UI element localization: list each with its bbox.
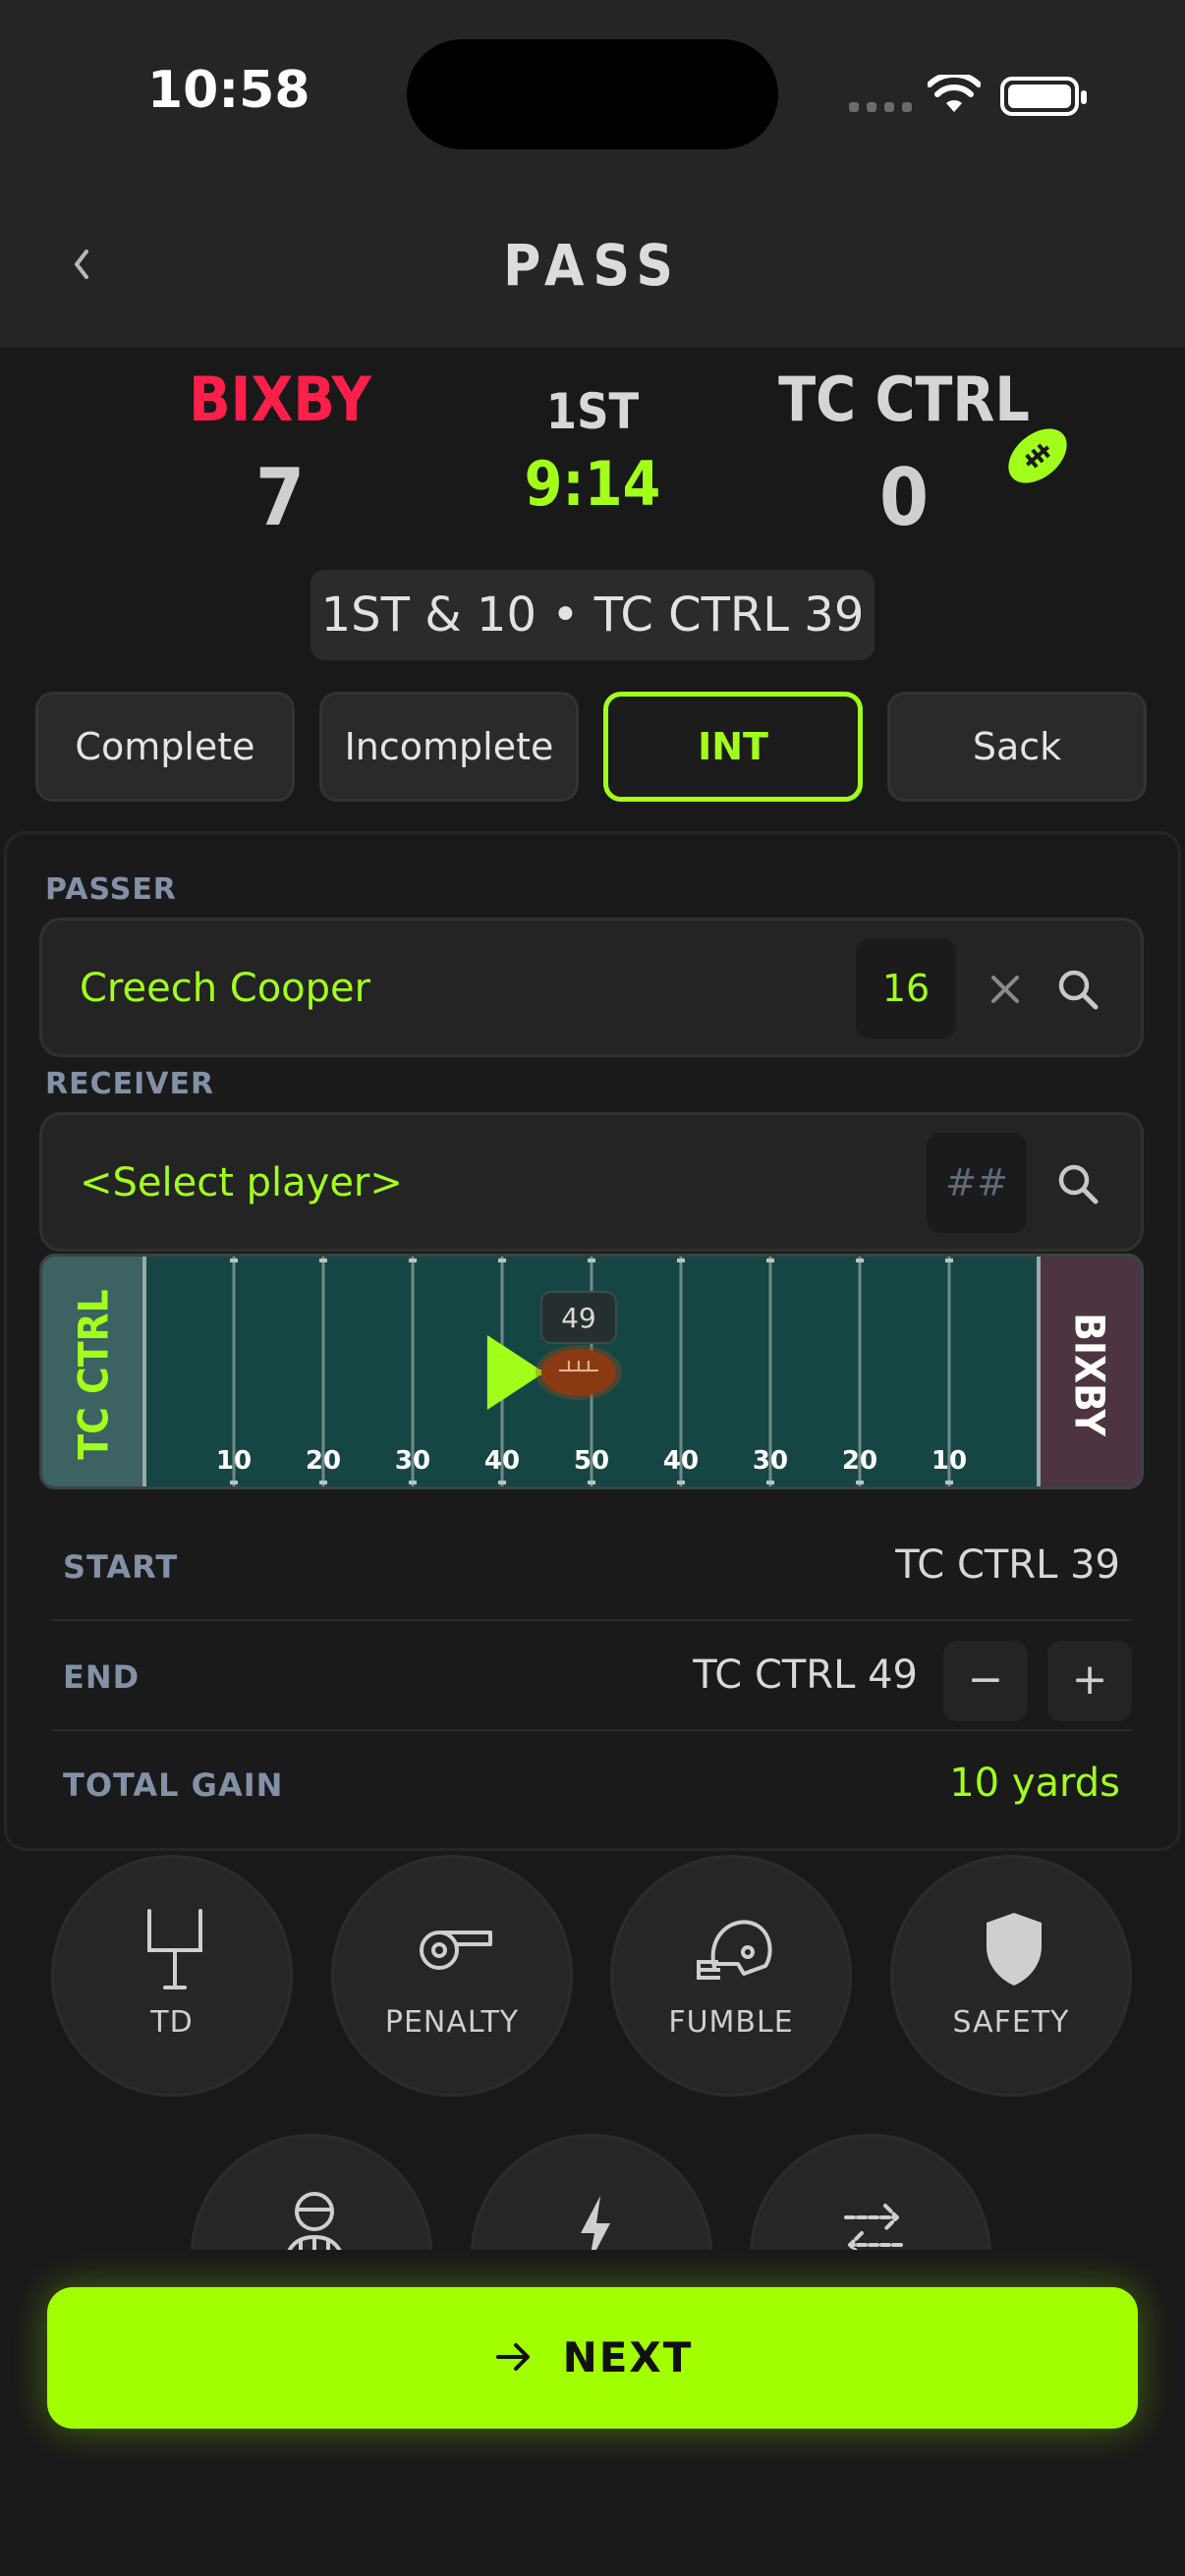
wifi-icon [928, 75, 981, 112]
status-time: 10:58 [147, 61, 310, 120]
safety-button[interactable]: SAFETY [890, 1855, 1132, 2097]
yard-number: 20 [842, 1446, 877, 1476]
receiver-label: RECEIVER [45, 1067, 215, 1101]
page-title: PASS [503, 232, 682, 299]
fumble-button[interactable]: FUMBLE [610, 1855, 852, 2097]
possession-football-icon [1008, 428, 1067, 483]
down-and-distance: 1ST & 10 • TC CTRL 39 [310, 570, 875, 660]
away-team-score: 0 [878, 452, 930, 543]
goalpost-icon [147, 1909, 202, 1989]
total-gain-row: TOTAL GAIN 10 yards [51, 1731, 1132, 1839]
td-button[interactable]: TD [51, 1855, 293, 2097]
start-value: TC CTRL 39 [895, 1542, 1120, 1588]
next-button[interactable]: NEXT [47, 2287, 1138, 2429]
receiver-jersey-number[interactable]: ## [927, 1133, 1027, 1233]
result-incomplete-button[interactable]: Incomplete [319, 692, 579, 802]
home-team-name: BIXBY [189, 364, 371, 435]
yard-number: 20 [306, 1446, 341, 1476]
arrow-right-icon [495, 2342, 530, 2371]
end-label: END [63, 1658, 141, 1696]
yard-number: 30 [753, 1446, 788, 1476]
yard-number: 10 [216, 1446, 252, 1476]
end-increment-button[interactable]: + [1047, 1641, 1132, 1721]
search-icon[interactable] [1054, 966, 1101, 1013]
td-label: TD [150, 2005, 194, 2040]
penalty-label: PENALTY [384, 2005, 520, 2040]
field-lines: 10 20 30 40 50 40 30 20 10 49 [142, 1257, 1041, 1486]
end-decrement-button[interactable]: − [943, 1641, 1028, 1721]
game-clock[interactable]: 9:14 [475, 448, 710, 520]
away-team-name: TC CTRL [778, 364, 1030, 435]
result-sack-button[interactable]: Sack [887, 692, 1147, 802]
search-icon[interactable] [1054, 1160, 1101, 1207]
receiver-value: <Select player> [80, 1160, 403, 1205]
fumble-label: FUMBLE [668, 2005, 794, 2040]
result-int-button[interactable]: INT [603, 692, 863, 802]
clear-icon[interactable] [982, 966, 1029, 1013]
safety-label: SAFETY [952, 2005, 1070, 2040]
yard-number: 30 [395, 1446, 430, 1476]
shield-icon [987, 1913, 1042, 1986]
yard-number: 40 [663, 1446, 699, 1476]
ball-icon [540, 1349, 616, 1396]
passer-jersey-number[interactable]: 16 [856, 938, 956, 1038]
battery-icon [1000, 77, 1087, 116]
yard-number: 40 [484, 1446, 520, 1476]
penalty-button[interactable]: PENALTY [331, 1855, 573, 2097]
helmet-icon [697, 1920, 772, 1980]
start-row: START TC CTRL 39 [51, 1513, 1132, 1621]
end-row: END TC CTRL 49 − + [51, 1623, 1132, 1731]
home-team-score: 7 [254, 452, 306, 543]
total-gain-value: 10 yards [949, 1761, 1120, 1806]
period-label: 1ST [545, 383, 640, 440]
field-diagram[interactable]: TC CTRL BIXBY 10 20 30 40 50 40 30 20 10 49 [39, 1254, 1144, 1489]
ball-position-label: 49 [561, 1302, 596, 1334]
passer-field[interactable]: Creech Cooper 16 [39, 918, 1144, 1057]
result-complete-button[interactable]: Complete [35, 692, 295, 802]
whistle-icon [420, 1931, 492, 1970]
end-value: TC CTRL 49 [693, 1652, 918, 1698]
yard-number: 10 [931, 1446, 967, 1476]
cellular-signal-icon [849, 102, 912, 112]
yard-number: 50 [574, 1446, 609, 1476]
total-gain-label: TOTAL GAIN [63, 1766, 284, 1804]
passer-label: PASSER [45, 872, 177, 907]
start-label: START [63, 1548, 179, 1586]
next-label: NEXT [562, 2333, 694, 2381]
dynamic-island [407, 39, 778, 149]
passer-value: Creech Cooper [80, 966, 371, 1011]
receiver-field[interactable]: <Select player> ## [39, 1112, 1144, 1252]
